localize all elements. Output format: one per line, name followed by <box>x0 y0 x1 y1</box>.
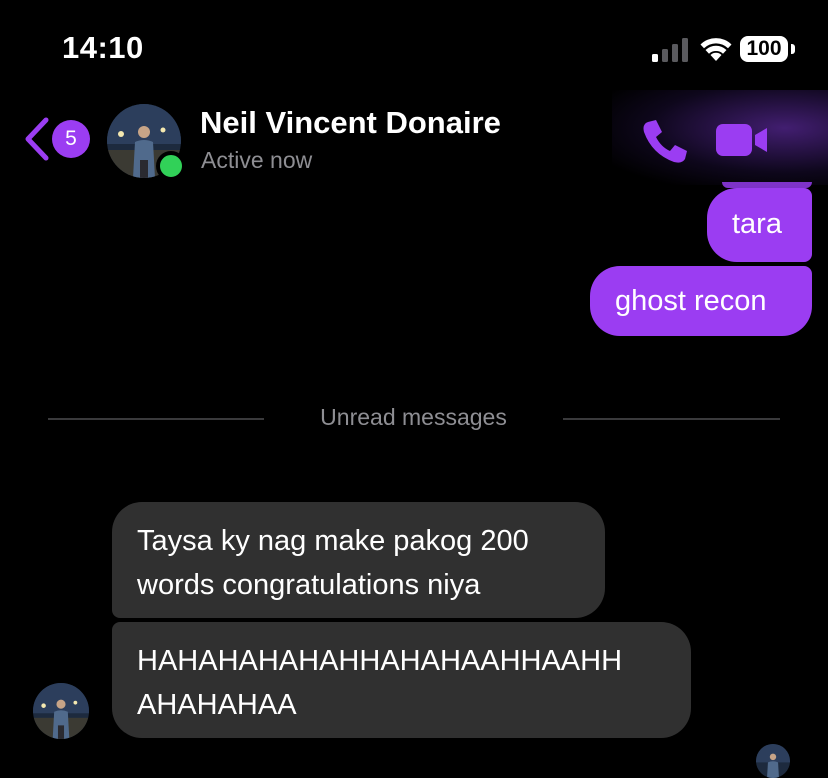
message-line: AHAHAHAA <box>137 689 297 721</box>
outgoing-message[interactable]: tara <box>707 188 812 262</box>
read-receipt-avatar <box>756 744 790 778</box>
message-line: Taysa ky nag make pakog 200 <box>137 525 529 557</box>
divider-line <box>563 418 780 420</box>
video-camera-icon <box>716 124 767 156</box>
contact-status: Active now <box>201 147 313 173</box>
chevron-left-icon <box>25 117 49 161</box>
status-bar: 14:10 100 <box>0 0 828 90</box>
incoming-message[interactable]: HAHAHAHAHAHHAHAHAAHHAAHH AHAHAHAA <box>112 622 691 738</box>
avatar-photo <box>33 683 89 739</box>
divider-line <box>48 418 264 420</box>
incoming-message[interactable]: Taysa ky nag make pakog 200 words congra… <box>112 502 605 618</box>
active-status-dot <box>156 151 186 181</box>
phone-icon <box>643 120 687 163</box>
status-time: 14:10 <box>62 30 144 65</box>
unread-count-badge: 5 <box>52 120 90 158</box>
unread-messages-divider: Unread messages <box>320 404 507 430</box>
voice-call-button[interactable] <box>640 116 690 166</box>
outgoing-message[interactable]: ghost recon <box>590 266 812 336</box>
battery-level: 100 <box>740 36 788 62</box>
battery-cap <box>791 44 795 54</box>
message-line: HAHAHAHAHAHHAHAHAAHHAAHH <box>137 645 623 677</box>
wifi-icon <box>700 38 732 61</box>
cellular-signal-icon <box>652 38 688 62</box>
sender-avatar[interactable] <box>33 683 89 739</box>
back-button[interactable]: 5 <box>22 116 92 162</box>
message-line: words congratulations niya <box>137 569 481 601</box>
video-call-button[interactable] <box>714 120 770 160</box>
contact-name[interactable]: Neil Vincent Donaire <box>200 105 501 141</box>
avatar-photo <box>756 744 790 778</box>
battery-indicator: 100 <box>740 36 796 64</box>
